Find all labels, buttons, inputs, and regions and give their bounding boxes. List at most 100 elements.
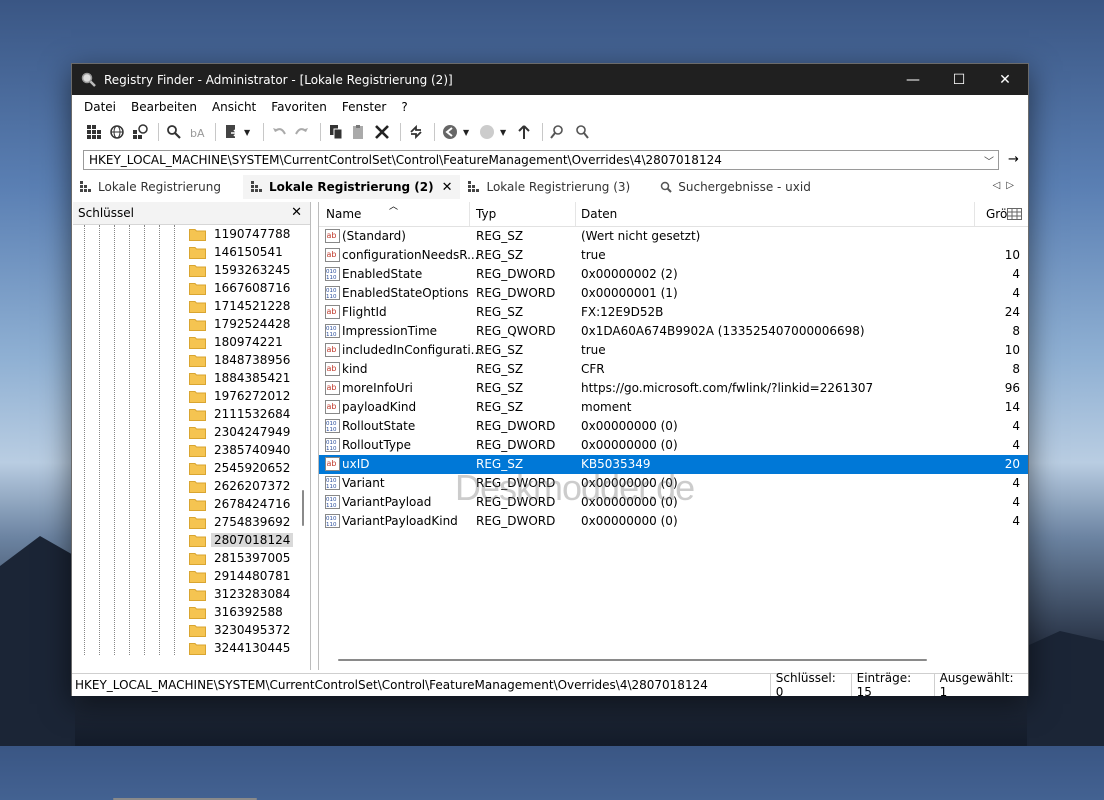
tree-key-node[interactable]: 1884385421 <box>189 369 293 387</box>
redo-icon[interactable] <box>292 122 312 142</box>
tree-key-node[interactable]: 2914480781 <box>189 567 293 585</box>
value-type: REG_SZ <box>476 229 524 243</box>
admin-registry-icon[interactable] <box>130 122 150 142</box>
value-row[interactable]: 010 110 EnabledState REG_DWORD 0x00000002 (2… <box>319 265 1028 284</box>
tree-key-node[interactable]: 2807018124 <box>189 531 294 549</box>
value-row[interactable]: ab kind REG_SZ CFR 8 <box>319 360 1028 379</box>
address-bar[interactable]: HKEY_LOCAL_MACHINE\SYSTEM\CurrentControl… <box>83 150 999 170</box>
svg-text:110: 110 <box>326 332 337 338</box>
value-row[interactable]: 010 110 EnabledStateOptions REG_DWORD 0x0000… <box>319 284 1028 303</box>
back-icon[interactable] <box>440 122 460 142</box>
export-dropdown-icon[interactable]: ▼ <box>244 128 252 137</box>
tree-key-node[interactable]: 2815397005 <box>189 549 293 567</box>
address-history-chevron-icon[interactable]: ﹀ <box>984 153 994 168</box>
tree-key-node[interactable]: 3123283084 <box>189 585 293 603</box>
tree-key-node[interactable]: 316392588 <box>189 603 286 621</box>
tree-key-node[interactable]: 1593263245 <box>189 261 293 279</box>
tab-lokale-registrierung[interactable]: Lokale Registrierung <box>72 175 229 199</box>
column-size[interactable]: Grö <box>986 207 1007 221</box>
tree-key-node[interactable]: 2304247949 <box>189 423 293 441</box>
value-row[interactable]: 010 110 Variant REG_DWORD 0x00000000 (0) 4 <box>319 474 1028 493</box>
find-next-icon[interactable] <box>571 122 591 142</box>
find-icon[interactable] <box>164 122 184 142</box>
maximize-button[interactable]: ☐ <box>936 64 982 95</box>
paste-icon[interactable] <box>349 122 369 142</box>
string-value-icon: ab <box>325 457 340 471</box>
value-type: REG_DWORD <box>476 438 556 452</box>
close-pane-icon[interactable]: ✕ <box>291 205 302 220</box>
tree-key-label: 2304247949 <box>214 425 291 439</box>
value-row[interactable]: 010 110 ImpressionTime REG_QWORD 0x1DA60A674… <box>319 322 1028 341</box>
tree-key-node[interactable]: 1667608716 <box>189 279 293 297</box>
tree-key-node[interactable]: 1714521228 <box>189 297 293 315</box>
undo-icon[interactable] <box>269 122 289 142</box>
value-row[interactable]: ab uxID REG_SZ KB5035349 20 <box>319 455 1028 474</box>
tab-label: Lokale Registrierung (3) <box>486 180 631 194</box>
column-type[interactable]: Typ <box>476 207 496 221</box>
tree-vertical-scrollbar[interactable] <box>302 490 304 526</box>
menu-datei[interactable]: Datei <box>84 100 116 114</box>
delete-icon[interactable] <box>372 122 392 142</box>
value-data: (Wert nicht gesetzt) <box>581 229 701 243</box>
tree-key-node[interactable]: 2385740940 <box>189 441 293 459</box>
value-row[interactable]: ab moreInfoUri REG_SZ https://go.microsoft.… <box>319 379 1028 398</box>
close-tab-icon[interactable]: ✕ <box>442 180 453 195</box>
menu-ansicht[interactable]: Ansicht <box>212 100 256 114</box>
value-type: REG_SZ <box>476 381 524 395</box>
up-level-icon[interactable] <box>514 122 534 142</box>
value-row[interactable]: ab includedInConfigurati... REG_SZ true 10 <box>319 341 1028 360</box>
tree-key-node[interactable]: 3230495372 <box>189 621 293 639</box>
tree-key-node[interactable]: 2545920652 <box>189 459 293 477</box>
replace-icon[interactable]: bA <box>187 122 207 142</box>
svg-text:ab: ab <box>327 402 337 411</box>
value-row[interactable]: ab FlightId REG_SZ FX:12E9D52B 24 <box>319 303 1028 322</box>
tree-key-node[interactable]: 2111532684 <box>189 405 293 423</box>
tab-scroll-arrows-icon[interactable]: ◁▷ <box>993 180 1020 191</box>
value-name: RolloutType <box>342 438 412 452</box>
tab-lokale-registrierung-2[interactable]: Lokale Registrierung (2) ✕ <box>242 175 461 199</box>
menu-fenster[interactable]: Fenster <box>342 100 387 114</box>
export-icon[interactable] <box>221 122 241 142</box>
menu-help[interactable]: ? <box>401 100 407 114</box>
refresh-icon[interactable] <box>406 122 426 142</box>
value-row[interactable]: ab configurationNeedsR... REG_SZ true 10 <box>319 246 1028 265</box>
menu-favoriten[interactable]: Favoriten <box>271 100 327 114</box>
tree-key-node[interactable]: 2626207372 <box>189 477 293 495</box>
tab-lokale-registrierung-3[interactable]: Lokale Registrierung (3) <box>460 175 638 199</box>
tree-key-node[interactable]: 1190747788 <box>189 225 293 243</box>
value-row[interactable]: 010 110 VariantPayloadKind REG_DWORD 0x00000… <box>319 512 1028 531</box>
column-data[interactable]: Daten <box>581 207 617 221</box>
value-row[interactable]: 010 110 RolloutType REG_DWORD 0x00000000 (0)… <box>319 436 1028 455</box>
registry-grid-icon[interactable] <box>84 122 104 142</box>
tree-key-node[interactable]: 1976272012 <box>189 387 293 405</box>
value-row[interactable]: ab payloadKind REG_SZ moment 14 <box>319 398 1028 417</box>
column-name[interactable]: Name <box>326 207 361 221</box>
value-row[interactable]: 010 110 VariantPayload REG_DWORD 0x00000000 … <box>319 493 1028 512</box>
value-name: EnabledState <box>342 267 423 281</box>
tree-key-node[interactable]: 2678424716 <box>189 495 293 513</box>
key-tree[interactable]: 1190747788 146150541 1593263245 1667608716 1… <box>73 225 301 655</box>
back-dropdown-icon[interactable]: ▼ <box>463 128 471 137</box>
tree-key-node[interactable]: 146150541 <box>189 243 286 261</box>
copy-icon[interactable] <box>326 122 346 142</box>
tree-key-node[interactable]: 1848738956 <box>189 351 293 369</box>
column-chooser-icon[interactable] <box>1007 208 1022 220</box>
minimize-button[interactable]: — <box>890 64 936 95</box>
tree-key-node[interactable]: 2754839692 <box>189 513 293 531</box>
forward-icon[interactable] <box>477 122 497 142</box>
tree-key-node[interactable]: 1792524428 <box>189 315 293 333</box>
registry-grid-icon <box>80 181 91 192</box>
forward-dropdown-icon[interactable]: ▼ <box>500 128 508 137</box>
tab-suchergebnisse[interactable]: Suchergebnisse - uxid <box>652 175 819 199</box>
value-row[interactable]: 010 110 RolloutState REG_DWORD 0x00000000 (0… <box>319 417 1028 436</box>
value-row[interactable]: ab (Standard) REG_SZ (Wert nicht gesetzt) <box>319 227 1028 246</box>
remote-registry-icon[interactable] <box>107 122 127 142</box>
menu-bearbeiten[interactable]: Bearbeiten <box>131 100 197 114</box>
values-horizontal-scrollbar[interactable] <box>338 659 927 661</box>
tree-key-node[interactable]: 180974221 <box>189 333 286 351</box>
folder-icon <box>189 624 206 637</box>
go-arrow-icon[interactable]: → <box>1008 152 1019 167</box>
close-button[interactable]: ✕ <box>982 64 1028 95</box>
find-previous-icon[interactable] <box>548 122 568 142</box>
tree-key-node[interactable]: 3244130445 <box>189 639 293 655</box>
